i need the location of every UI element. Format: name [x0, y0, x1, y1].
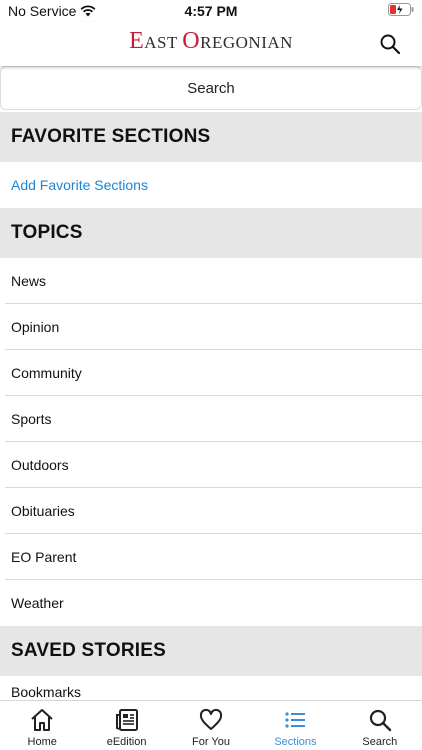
topic-item-sports[interactable]: Sports — [5, 396, 422, 442]
topic-item-weather[interactable]: Weather — [5, 580, 422, 626]
tab-search[interactable]: Search — [338, 701, 422, 750]
battery-icon — [388, 3, 414, 19]
topic-item-eo-parent[interactable]: EO Parent — [5, 534, 422, 580]
search-label: Search — [187, 79, 235, 97]
app-header: EAST OREGONIAN — [0, 22, 422, 66]
saved-item-bookmarks[interactable]: Bookmarks — [5, 676, 422, 700]
tab-search-label: Search — [362, 736, 398, 748]
search-icon[interactable] — [378, 32, 402, 56]
sections-list[interactable]: FAVORITE SECTIONS Add Favorite Sections … — [0, 112, 422, 700]
tab-for-you[interactable]: For You — [169, 701, 253, 750]
home-icon — [31, 709, 53, 731]
tab-home[interactable]: Home — [0, 701, 84, 750]
status-time: 4:57 PM — [184, 3, 238, 19]
tab-sections[interactable]: Sections — [253, 701, 337, 750]
tab-for-you-label: For You — [192, 736, 230, 748]
list-icon — [285, 712, 306, 728]
tab-home-label: Home — [27, 736, 57, 748]
topic-item-obituaries[interactable]: Obituaries — [5, 488, 422, 534]
search-field[interactable]: Search — [0, 66, 422, 110]
status-bar: No Service 4:57 PM — [0, 0, 422, 22]
newspaper-icon — [115, 709, 138, 731]
topic-item-community[interactable]: Community — [5, 350, 422, 396]
saved-stories-list: Bookmarks — [0, 676, 422, 700]
tab-sections-label: Sections — [274, 736, 317, 748]
saved-stories-header: SAVED STORIES — [0, 626, 422, 676]
heart-icon — [199, 708, 223, 730]
east-oregonian-logo: EAST OREGONIAN — [129, 28, 293, 54]
topic-item-opinion[interactable]: Opinion — [5, 304, 422, 350]
search-icon — [369, 709, 392, 732]
topics-header: TOPICS — [0, 208, 422, 258]
tab-bar: Home eEdition For You Sections Search — [0, 700, 422, 750]
topic-item-news[interactable]: News — [5, 258, 422, 304]
tab-eedition[interactable]: eEdition — [84, 701, 168, 750]
topics-list: News Opinion Community Sports Outdoors O… — [0, 258, 422, 626]
topic-item-outdoors[interactable]: Outdoors — [5, 442, 422, 488]
add-favorite-sections-link[interactable]: Add Favorite Sections — [0, 162, 422, 208]
tab-eedition-label: eEdition — [106, 736, 147, 748]
favorite-sections-header: FAVORITE SECTIONS — [0, 112, 422, 162]
